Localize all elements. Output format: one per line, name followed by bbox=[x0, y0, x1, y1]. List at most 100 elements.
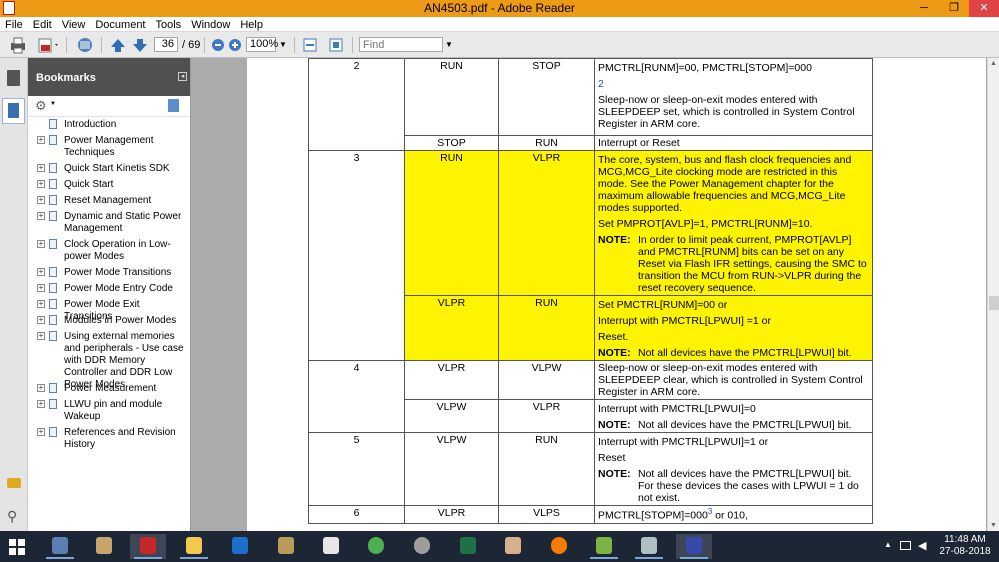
taskbar-chrome-icon[interactable] bbox=[358, 534, 394, 559]
page-total: / 69 bbox=[182, 39, 201, 51]
expand-icon[interactable]: + bbox=[37, 428, 45, 436]
taskbar-photo-icon[interactable] bbox=[495, 534, 531, 559]
create-pdf-icon[interactable] bbox=[36, 36, 58, 54]
zoom-in-icon[interactable] bbox=[226, 36, 246, 54]
taskbar-chart-app-icon[interactable] bbox=[586, 534, 622, 559]
bookmark-item[interactable]: + Reset Management bbox=[28, 195, 190, 211]
pages-icon[interactable] bbox=[7, 70, 20, 86]
menu-view[interactable]: View bbox=[57, 18, 91, 32]
attachment-icon[interactable]: ⚲ bbox=[7, 508, 17, 525]
bookmarks-tab[interactable] bbox=[2, 98, 25, 124]
bookmark-item[interactable]: + Power Management Techniques bbox=[28, 135, 190, 163]
menu-edit[interactable]: Edit bbox=[28, 18, 57, 32]
taskbar-adobe-reader-icon[interactable] bbox=[130, 534, 166, 559]
maximize-button[interactable]: ❐ bbox=[939, 0, 969, 17]
taskbar-file-explorer-icon[interactable] bbox=[176, 534, 212, 559]
bookmark-item[interactable]: + Using external memories and peripherals… bbox=[28, 331, 190, 390]
network-icon[interactable] bbox=[900, 541, 911, 550]
scroll-down-icon[interactable]: ▼ bbox=[990, 522, 997, 529]
taskbar-firefox-icon[interactable] bbox=[541, 534, 577, 559]
expand-icon[interactable]: + bbox=[37, 164, 45, 172]
taskbar-excel-icon[interactable] bbox=[450, 534, 486, 559]
expand-icon[interactable]: + bbox=[37, 136, 45, 144]
bookmark-item[interactable]: + Power Mode Entry Code bbox=[28, 283, 190, 299]
bookmark-item[interactable]: + Clock Operation in Low-power Modes bbox=[28, 239, 190, 267]
expand-icon[interactable]: + bbox=[37, 316, 45, 324]
condition-cell: Set PMCTRL[RUNM]=00 or Interrupt with PM… bbox=[594, 295, 873, 361]
table-row: 6 VLPR VLPS PMCTRL[STOPM]=0003 or 010, bbox=[308, 505, 873, 524]
fit-width-icon[interactable] bbox=[301, 36, 321, 54]
menu-help[interactable]: Help bbox=[235, 18, 268, 32]
options-gear-icon[interactable]: ⚙ bbox=[35, 98, 47, 114]
bookmark-item[interactable]: + Dynamic and Static Power Management bbox=[28, 211, 190, 239]
taskbar-file-icon[interactable] bbox=[86, 534, 122, 559]
bookmark-item[interactable]: + Power Mode Transitions bbox=[28, 267, 190, 283]
expand-icon[interactable]: + bbox=[37, 240, 45, 248]
expand-icon[interactable]: + bbox=[37, 212, 45, 220]
comment-icon[interactable] bbox=[7, 478, 21, 488]
taskbar-outlook-icon[interactable] bbox=[222, 534, 258, 559]
bookmark-page-icon bbox=[49, 211, 57, 221]
expand-icon[interactable]: + bbox=[37, 332, 45, 340]
new-bookmark-icon[interactable] bbox=[168, 99, 179, 112]
taskbar-x-app-icon[interactable] bbox=[676, 534, 712, 559]
bookmark-item[interactable]: + Modules in Power Modes bbox=[28, 315, 190, 331]
from-mode: VLPW bbox=[404, 432, 499, 506]
find-input[interactable] bbox=[359, 37, 443, 52]
bookmark-item[interactable]: Introduction bbox=[28, 119, 190, 135]
tray-expand-icon[interactable]: ▲ bbox=[884, 540, 892, 549]
collapse-panel-icon[interactable]: ◂ bbox=[178, 72, 187, 81]
menu-window[interactable]: Window bbox=[186, 18, 235, 32]
expand-icon[interactable]: + bbox=[37, 300, 45, 308]
taskbar-app-icon[interactable] bbox=[42, 534, 78, 559]
menu-file[interactable]: File bbox=[0, 18, 28, 32]
expand-icon[interactable]: + bbox=[37, 268, 45, 276]
bookmark-item[interactable]: + References and Revision History bbox=[28, 427, 190, 455]
footnote-link[interactable]: 2 bbox=[598, 78, 869, 90]
bookmark-item[interactable]: + LLWU pin and module Wakeup bbox=[28, 399, 190, 427]
to-mode: VLPR bbox=[498, 399, 595, 433]
bookmarks-toolbar: ⚙ ▼ bbox=[28, 96, 190, 117]
zoom-dropdown-icon[interactable]: ▼ bbox=[279, 40, 287, 49]
taskbar-burn-icon[interactable] bbox=[404, 534, 440, 559]
bookmark-item[interactable]: + Power Measurement bbox=[28, 383, 190, 399]
menu-tools[interactable]: Tools bbox=[151, 18, 187, 32]
to-mode: VLPS bbox=[498, 505, 595, 524]
previous-page-icon[interactable] bbox=[109, 36, 129, 54]
scroll-thumb[interactable] bbox=[989, 296, 999, 310]
minimize-button[interactable]: ─ bbox=[909, 0, 939, 17]
taskbar-window-icon[interactable] bbox=[631, 534, 667, 559]
bookmark-page-icon bbox=[49, 315, 57, 325]
bookmark-item[interactable]: + Quick Start bbox=[28, 179, 190, 195]
windows-start-icon[interactable] bbox=[9, 539, 25, 555]
next-page-icon[interactable] bbox=[131, 36, 151, 54]
navigation-rail: ⚲ bbox=[0, 58, 28, 531]
expand-icon[interactable]: + bbox=[37, 284, 45, 292]
page-number-input[interactable]: 36 bbox=[154, 37, 178, 52]
taskbar-terminal-icon[interactable] bbox=[313, 534, 349, 559]
taskbar-tool-icon[interactable] bbox=[268, 534, 304, 559]
options-dropdown-icon[interactable]: ▼ bbox=[50, 101, 56, 107]
scroll-up-icon[interactable]: ▲ bbox=[990, 60, 997, 67]
bookmark-page-icon bbox=[49, 135, 57, 145]
zoom-level-input[interactable]: 100% bbox=[246, 37, 278, 52]
to-mode: VLPW bbox=[498, 360, 595, 400]
note: NOTE: Not all devices have the PMCTRL[LPW… bbox=[598, 419, 852, 431]
expand-icon[interactable]: + bbox=[37, 196, 45, 204]
expand-icon[interactable]: + bbox=[37, 384, 45, 392]
volume-icon[interactable]: ◀ bbox=[918, 539, 926, 552]
print-icon[interactable] bbox=[8, 36, 28, 54]
clock[interactable]: 11:48 AM 27-08-2018 bbox=[934, 534, 996, 558]
expand-icon[interactable]: + bbox=[37, 180, 45, 188]
expand-icon[interactable]: + bbox=[37, 400, 45, 408]
close-button[interactable]: ✕ bbox=[969, 0, 999, 17]
bookmark-item[interactable]: + Power Mode Exit Transitions bbox=[28, 299, 190, 322]
find-dropdown-icon[interactable]: ▼ bbox=[445, 40, 453, 49]
power-mode-transition-table: 2 RUN STOP PMCTRL[RUNM]=00, PMCTRL[STOPM… bbox=[308, 58, 873, 524]
share-icon[interactable] bbox=[74, 36, 94, 54]
from-mode: RUN bbox=[404, 150, 499, 296]
bookmark-item[interactable]: + Quick Start Kinetis SDK bbox=[28, 163, 190, 179]
menu-document[interactable]: Document bbox=[90, 18, 150, 32]
fit-page-icon[interactable] bbox=[327, 36, 347, 54]
vertical-scrollbar[interactable]: ▲ ▼ bbox=[987, 58, 999, 531]
